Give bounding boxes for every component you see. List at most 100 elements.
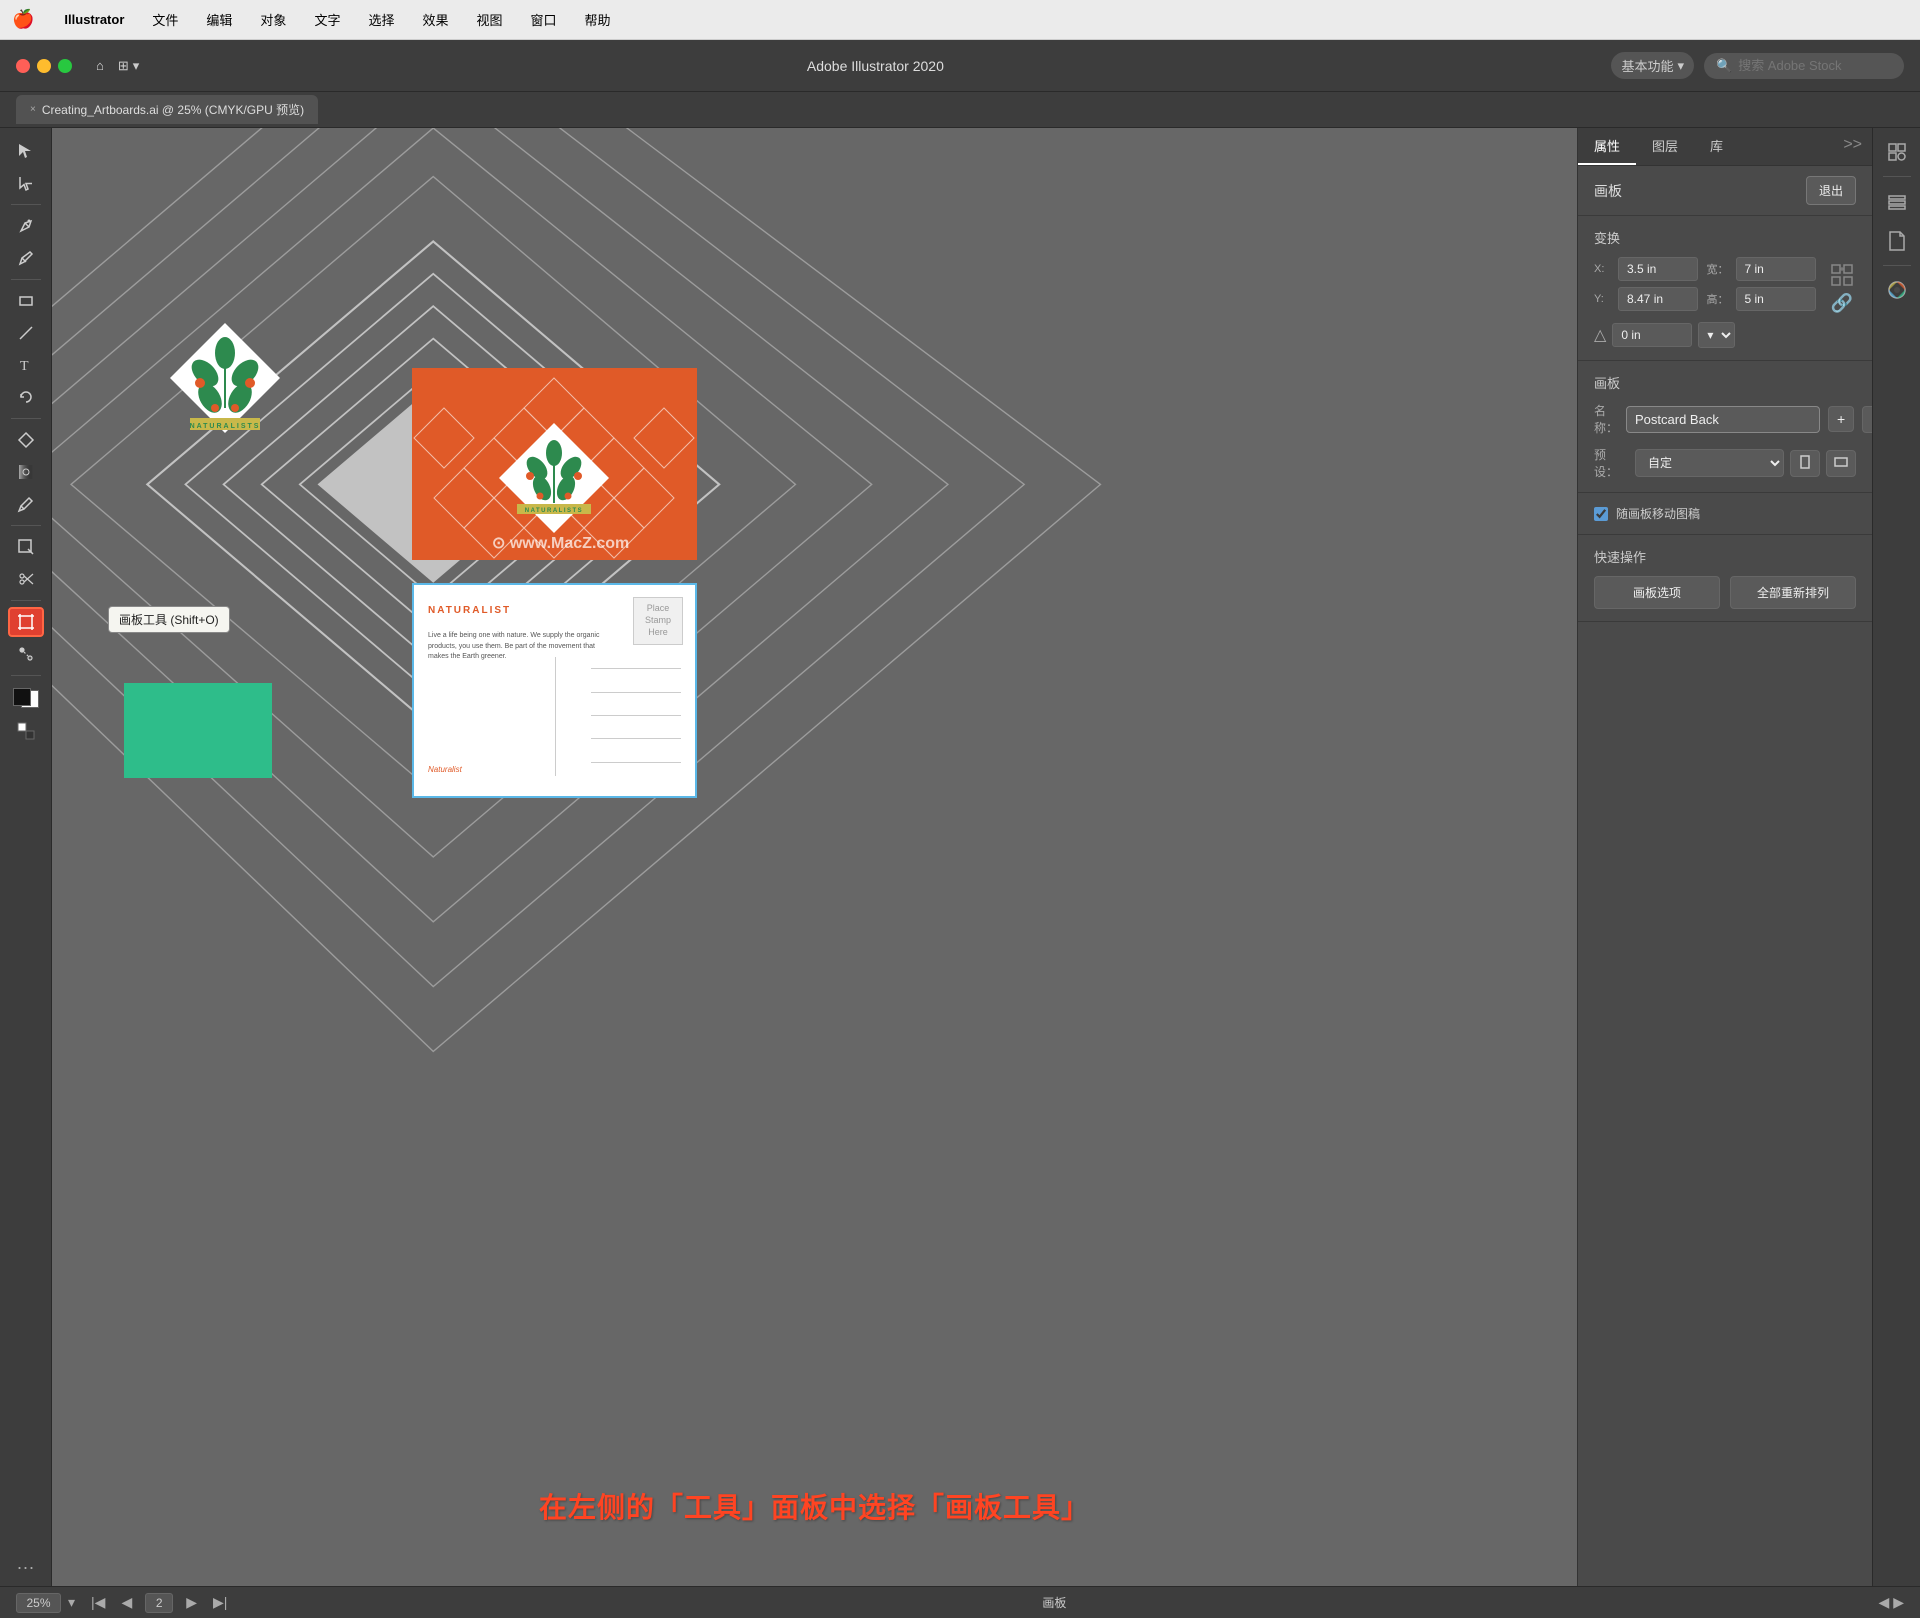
current-artboard-input[interactable] (145, 1593, 173, 1613)
zoom-tool-button[interactable] (8, 532, 44, 562)
zoom-controls: ▾ (16, 1593, 78, 1613)
artboard-options-button[interactable]: 画板选项 (1594, 576, 1720, 609)
close-window-button[interactable] (16, 59, 30, 73)
panel-transform-section: 变换 X: 宽： Y: 高： (1578, 216, 1872, 361)
portrait-orientation-button[interactable] (1790, 450, 1820, 477)
first-artboard-button[interactable]: |◀ (88, 1594, 108, 1611)
tab-close-button[interactable]: × (30, 104, 36, 115)
properties-icon[interactable] (1881, 136, 1913, 168)
scissors-tool-button[interactable] (8, 564, 44, 594)
tab-properties[interactable]: 属性 (1578, 128, 1636, 165)
view-mode-selector[interactable]: ⊞ ▾ (118, 58, 139, 74)
scroll-left-button[interactable]: ◀ (1878, 1594, 1889, 1611)
angle-icon: △ (1594, 325, 1606, 345)
document-tab[interactable]: × Creating_Artboards.ai @ 25% (CMYK/GPU … (16, 95, 318, 124)
selection-tool-button[interactable] (8, 136, 44, 166)
minimize-window-button[interactable] (37, 59, 51, 73)
menu-window[interactable]: 窗口 (527, 8, 561, 31)
width-input[interactable] (1736, 257, 1816, 281)
transform-title: 变换 (1594, 228, 1856, 247)
svg-text:NATURALISTS: NATURALISTS (190, 423, 261, 430)
direct-selection-tool-button[interactable] (8, 168, 44, 198)
color-swatches[interactable] (11, 684, 41, 712)
line-tool-button[interactable] (8, 318, 44, 348)
home-button[interactable]: ⌂ (96, 58, 104, 73)
stock-search[interactable]: 🔍 (1704, 53, 1904, 79)
document-icon[interactable] (1881, 225, 1913, 257)
artboard-section-title: 画板 (1594, 373, 1856, 392)
pencil-tool-button[interactable] (8, 243, 44, 273)
layers-icon[interactable] (1881, 185, 1913, 217)
maximize-window-button[interactable] (58, 59, 72, 73)
add-artboard-button[interactable]: + (1828, 406, 1854, 432)
rotate-tool-button[interactable] (8, 382, 44, 412)
name-label: 名称： (1594, 402, 1618, 436)
svg-text:T: T (20, 359, 29, 374)
panel-checkbox-section: 随画板移动图稿 (1578, 493, 1872, 535)
quick-actions-buttons: 画板选项 全部重新排列 (1594, 576, 1856, 609)
zoom-input[interactable] (16, 1593, 61, 1613)
move-artwork-checkbox-row: 随画板移动图稿 (1594, 505, 1856, 522)
move-artwork-checkbox[interactable] (1594, 507, 1608, 521)
large-artboard-logo: NATURALISTS (165, 318, 285, 438)
angle-unit-select[interactable]: ▾ (1698, 322, 1735, 348)
tab-label: Creating_Artboards.ai @ 25% (CMYK/GPU 预览… (42, 101, 304, 118)
chevron-down-icon: ▾ (133, 58, 140, 74)
landscape-orientation-button[interactable] (1826, 450, 1856, 477)
tool-separator-2 (11, 279, 41, 280)
menu-object[interactable]: 对象 (256, 8, 290, 31)
x-input[interactable] (1618, 257, 1698, 281)
search-input[interactable] (1738, 58, 1888, 73)
far-right-separator-2 (1883, 265, 1911, 266)
svg-text:⊙ www.MacZ.com: ⊙ www.MacZ.com (492, 535, 629, 552)
height-input[interactable] (1736, 287, 1816, 311)
menu-file[interactable]: 文件 (148, 8, 182, 31)
menu-illustrator[interactable]: Illustrator (60, 10, 128, 29)
height-label: 高： (1707, 291, 1732, 307)
eyedropper-tool-button[interactable] (8, 489, 44, 519)
shape-builder-tool-button[interactable] (8, 425, 44, 455)
lock-ratio-icon[interactable]: 🔗 (1831, 293, 1853, 314)
menu-effect[interactable]: 效果 (418, 8, 452, 31)
y-input[interactable] (1618, 287, 1698, 311)
menu-type[interactable]: 文字 (310, 8, 344, 31)
next-artboard-button[interactable]: ▶ (183, 1594, 200, 1611)
artboard-name-input[interactable] (1626, 406, 1820, 433)
angle-input[interactable] (1612, 323, 1692, 347)
blend-tool-button[interactable] (8, 639, 44, 669)
rectangle-tool-button[interactable] (8, 286, 44, 316)
color-wheel-icon[interactable] (1881, 274, 1913, 306)
color-mode-button[interactable] (8, 716, 44, 746)
traffic-lights (16, 59, 72, 73)
postcard-front-artboard[interactable]: 01 - Postcard Front (412, 368, 697, 560)
x-label: X: (1594, 263, 1614, 275)
scroll-right-button[interactable]: ▶ (1893, 1594, 1904, 1611)
tab-libraries[interactable]: 库 (1694, 128, 1739, 165)
rearrange-artboards-button[interactable]: 全部重新排列 (1730, 576, 1856, 609)
menu-help[interactable]: 帮助 (581, 8, 615, 31)
prev-artboard-button[interactable]: ◀ (118, 1594, 135, 1611)
canvas-navigate: ◀ ▶ (1878, 1594, 1904, 1611)
menu-view[interactable]: 视图 (472, 8, 506, 31)
apple-menu[interactable]: 🍎 (12, 9, 34, 30)
canvas-area[interactable]: NATURALISTS 01 - Postcard Front (52, 128, 1577, 1586)
panel-expand-button[interactable]: >> (1833, 128, 1872, 165)
type-tool-button[interactable]: T (8, 350, 44, 380)
last-artboard-button[interactable]: ▶| (210, 1594, 230, 1611)
artboard-tool-button[interactable] (8, 607, 44, 637)
panel-tab-bar: 属性 图层 库 >> (1578, 128, 1872, 166)
preset-select[interactable]: 自定 (1635, 449, 1784, 477)
gradient-tool-button[interactable] (8, 457, 44, 487)
zoom-dropdown-button[interactable]: ▾ (65, 1594, 78, 1611)
menu-select[interactable]: 选择 (364, 8, 398, 31)
pen-tool-button[interactable] (8, 211, 44, 241)
tab-layers[interactable]: 图层 (1636, 128, 1694, 165)
tool-separator-6 (11, 675, 41, 676)
green-rectangle[interactable] (124, 683, 272, 778)
postcard-back-artboard[interactable]: 02 - Postcard Back Place Stamp Here NATU… (412, 583, 697, 798)
constrain-proportions-icon[interactable] (1828, 261, 1856, 289)
more-tools-button[interactable]: ··· (17, 1557, 35, 1578)
workspace-selector[interactable]: 基本功能 ▾ (1611, 52, 1694, 79)
exit-artboard-button[interactable]: 退出 (1806, 176, 1856, 205)
menu-edit[interactable]: 编辑 (202, 8, 236, 31)
